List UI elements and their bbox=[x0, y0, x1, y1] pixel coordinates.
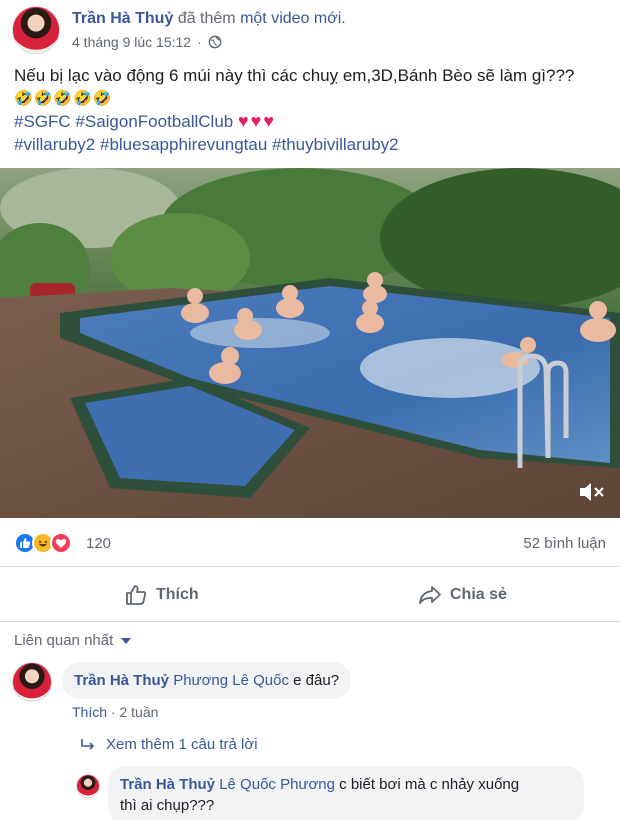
reply-avatar[interactable] bbox=[76, 774, 100, 798]
globe-icon bbox=[208, 35, 222, 49]
comment-sort-dropdown[interactable]: Liên quan nhất bbox=[14, 632, 132, 649]
love-icon bbox=[50, 532, 72, 554]
view-more-replies[interactable]: Xem thêm 1 câu trả lời bbox=[80, 736, 258, 753]
reaction-count[interactable]: 120 bbox=[86, 535, 111, 552]
reply-mention[interactable]: Lê Quốc Phương bbox=[219, 776, 335, 793]
comment-count[interactable]: 52 bình luận bbox=[523, 535, 606, 552]
laughing-emojis: 🤣🤣🤣🤣🤣 bbox=[14, 90, 113, 107]
action-bar: Thích Chia sẻ bbox=[0, 566, 620, 622]
post-timestamp[interactable]: 4 tháng 9 lúc 15:12 bbox=[72, 34, 191, 50]
reply-bubble: Trần Hà Thuỷ Lê Quốc Phương c biết bơi m… bbox=[108, 766, 584, 820]
heart-emojis: ♥♥♥ bbox=[237, 111, 277, 131]
comment-bubble: Trần Hà Thuỷ Phương Lê Quốc e đâu? bbox=[62, 662, 352, 699]
reactions-summary: 120 52 bình luận bbox=[14, 532, 606, 556]
comment-text: e đâu? bbox=[293, 672, 340, 689]
hashtags-villa[interactable]: #villaruby2 #bluesapphirevungtau #thuybi… bbox=[14, 133, 614, 156]
mute-icon[interactable] bbox=[578, 480, 606, 504]
new-video-link[interactable]: một video mới. bbox=[240, 10, 346, 27]
chevron-down-icon bbox=[121, 637, 132, 644]
reply-arrow-icon bbox=[81, 738, 95, 750]
sort-label: Liên quan nhất bbox=[14, 632, 114, 649]
share-arrow-icon bbox=[419, 586, 441, 604]
comment-like-link[interactable]: Thích bbox=[72, 704, 107, 720]
post-header-line: Trần Hà Thuỷ đã thêm một video mới. bbox=[72, 10, 346, 28]
comment-mention[interactable]: Phương Lê Quốc bbox=[173, 672, 289, 689]
like-label: Thích bbox=[156, 586, 199, 603]
share-button[interactable]: Chia sẻ bbox=[418, 567, 507, 623]
like-button[interactable]: Thích bbox=[124, 567, 199, 623]
thumbs-up-icon bbox=[126, 585, 146, 605]
post-text-line: Nếu bị lạc vào động 6 múi này thì các ch… bbox=[14, 66, 575, 85]
reply-text-line2: thì ai chụp??? bbox=[120, 797, 215, 814]
author-name[interactable]: Trần Hà Thuỷ bbox=[72, 10, 173, 27]
comment-meta-separator: · bbox=[110, 704, 116, 720]
hashtags-sgfc[interactable]: #SGFC #SaigonFootballClub bbox=[14, 112, 233, 131]
post-body: Nếu bị lạc vào động 6 múi này thì các ch… bbox=[14, 64, 614, 156]
post-meta: 4 tháng 9 lúc 15:12 · bbox=[72, 34, 222, 50]
reply-text-line1: c biết bơi mà c nhảy xuống bbox=[339, 776, 520, 793]
meta-separator: · bbox=[197, 34, 202, 50]
comment-author[interactable]: Trần Hà Thuỷ bbox=[74, 672, 169, 689]
reply-author[interactable]: Trần Hà Thuỷ bbox=[120, 776, 215, 793]
commenter-avatar[interactable] bbox=[12, 662, 52, 702]
video-frame-pool-scene bbox=[0, 168, 620, 518]
action-prefix: đã thêm bbox=[177, 10, 236, 27]
view-more-replies-label: Xem thêm 1 câu trả lời bbox=[106, 736, 258, 753]
reaction-icons[interactable] bbox=[14, 532, 72, 554]
video-player[interactable] bbox=[0, 168, 620, 518]
comment-age[interactable]: 2 tuần bbox=[119, 704, 158, 720]
post-header: Trần Hà Thuỷ đã thêm một video mới. 4 th… bbox=[12, 4, 612, 54]
share-label: Chia sẻ bbox=[450, 586, 507, 603]
comment-meta: Thích · 2 tuần bbox=[72, 704, 158, 720]
author-avatar[interactable] bbox=[12, 6, 60, 54]
